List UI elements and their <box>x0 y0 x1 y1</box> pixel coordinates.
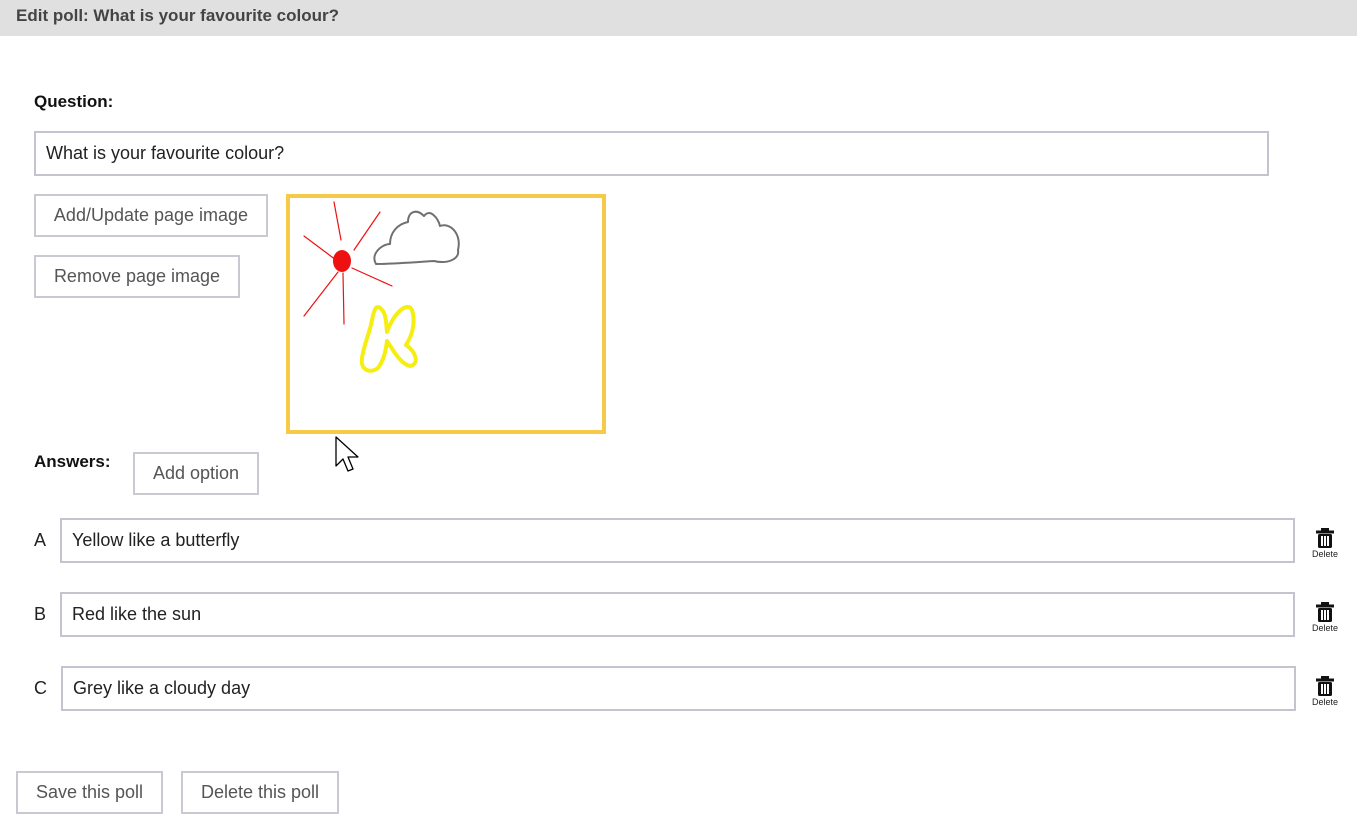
question-label: Question: <box>34 92 114 111</box>
delete-label: Delete <box>1311 697 1338 707</box>
answer-letter: A <box>34 530 47 550</box>
page-image-drawing <box>303 201 460 373</box>
trash-icon <box>1316 676 1334 696</box>
trash-icon <box>1316 528 1334 548</box>
answer-input-c[interactable] <box>61 666 1296 711</box>
add-option-button[interactable]: Add option <box>133 452 259 495</box>
butterfly-drawing <box>359 304 418 373</box>
mouse-cursor-icon <box>335 436 359 472</box>
answers-label: Answers: <box>34 452 111 471</box>
delete-answer-a-button[interactable]: Delete <box>1307 528 1343 570</box>
trash-icon <box>1316 602 1334 622</box>
delete-answer-c-button[interactable]: Delete <box>1307 676 1343 718</box>
page-title: Edit poll: What is your favourite colour… <box>16 6 340 25</box>
answer-letter: B <box>34 604 47 624</box>
page-title-bar: Edit poll: What is your favourite colour… <box>0 0 1357 36</box>
answer-input-b[interactable] <box>60 592 1295 637</box>
delete-label: Delete <box>1311 623 1338 633</box>
delete-answer-b-button[interactable]: Delete <box>1307 602 1343 644</box>
save-poll-button[interactable]: Save this poll <box>16 771 163 814</box>
cloud-drawing <box>373 210 460 265</box>
sun-drawing <box>333 250 351 272</box>
answer-input-a[interactable] <box>60 518 1295 563</box>
remove-page-image-button[interactable]: Remove page image <box>34 255 240 298</box>
question-input[interactable] <box>34 131 1269 176</box>
page-image <box>286 194 606 434</box>
delete-label: Delete <box>1311 549 1338 559</box>
answer-letter: C <box>34 678 47 698</box>
add-update-page-image-button[interactable]: Add/Update page image <box>34 194 268 237</box>
delete-poll-button[interactable]: Delete this poll <box>181 771 339 814</box>
